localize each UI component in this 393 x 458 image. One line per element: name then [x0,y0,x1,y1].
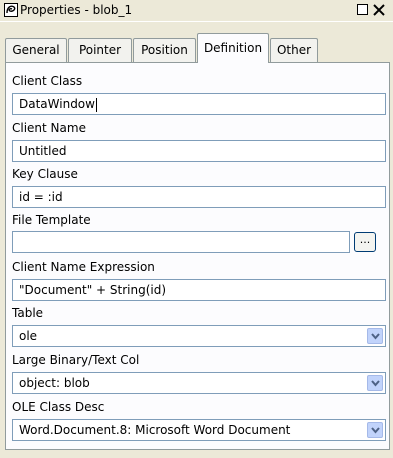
key-clause-input[interactable]: id = :id [12,186,386,208]
key-clause-label: Key Clause [12,167,78,181]
properties-window: Properties - blob_1 General Pointer Posi… [0,0,393,458]
file-template-label: File Template [12,213,91,227]
client-name-expression-input[interactable]: "Document" + String(id) [12,279,386,301]
client-class-value: DataWindow [19,97,95,111]
title-bar[interactable]: Properties - blob_1 [0,0,393,22]
large-binary-text-col-dropdown[interactable]: object: blob [12,372,386,394]
ole-class-desc-dropdown[interactable]: Word.Document.8: Microsoft Word Document [12,419,386,441]
client-name-expression-label: Client Name Expression [12,260,155,274]
window-title: Properties - blob_1 [20,3,133,17]
table-label: Table [12,306,44,320]
tab-position[interactable]: Position [133,38,196,62]
close-button[interactable] [373,4,385,16]
tab-definition[interactable]: Definition [197,33,269,63]
table-dropdown[interactable]: ole [12,325,386,347]
file-template-browse-button[interactable]: ... [354,232,376,252]
client-class-input[interactable]: DataWindow [12,93,386,115]
large-binary-text-col-label: Large Binary/Text Col [12,353,140,367]
ole-class-desc-label: OLE Class Desc [12,400,105,414]
chevron-down-icon [371,333,380,340]
ole-class-desc-value: Word.Document.8: Microsoft Word Document [19,423,291,437]
table-value: ole [19,329,38,343]
chevron-down-icon [371,380,380,387]
text-cursor [95,97,97,112]
file-template-input[interactable] [12,231,350,253]
chevron-down-icon [371,427,380,434]
tab-general[interactable]: General [5,38,67,62]
client-name-label: Client Name [12,121,86,135]
large-binary-text-col-value: object: blob [19,376,90,390]
properties-app-icon [4,3,18,17]
large-binary-text-col-dropdown-button[interactable] [367,375,383,391]
client-name-input[interactable]: Untitled [12,140,386,162]
maximize-button[interactable] [357,4,368,15]
table-dropdown-button[interactable] [367,328,383,344]
client-class-label: Client Class [12,74,83,88]
close-icon [373,4,385,16]
ole-class-desc-dropdown-button[interactable] [367,422,383,438]
tab-pointer[interactable]: Pointer [68,38,132,62]
tab-other[interactable]: Other [270,38,318,62]
